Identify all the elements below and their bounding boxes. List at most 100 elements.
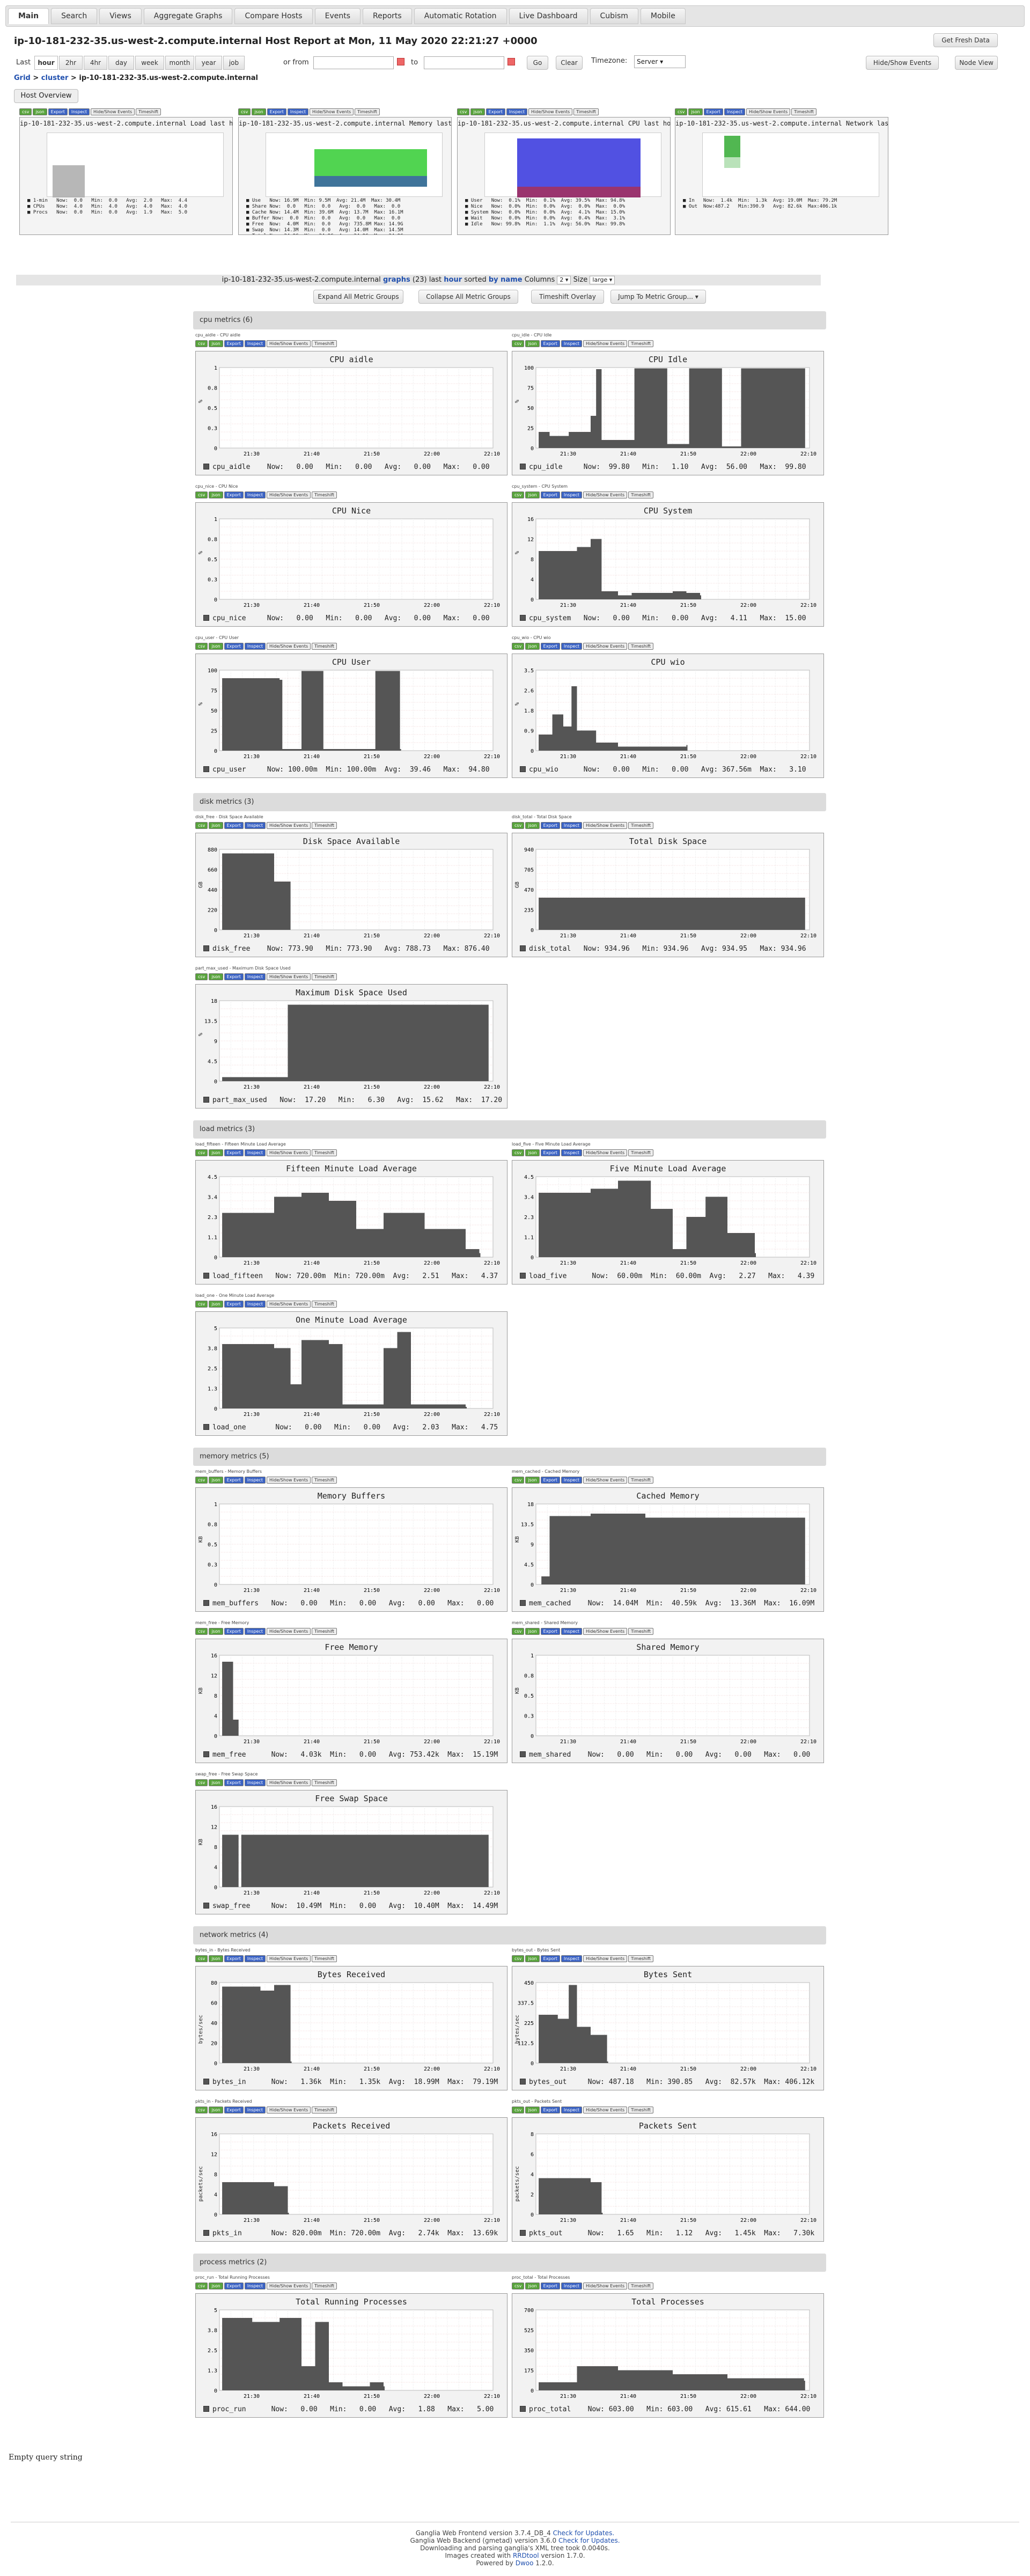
tab-compare-hosts[interactable]: Compare Hosts bbox=[234, 8, 313, 24]
graph-inspect-button[interactable]: Inspect bbox=[561, 2283, 582, 2289]
overview-2-timeshift-button[interactable]: Timeshift bbox=[573, 108, 599, 115]
graph-hide-show-events-button[interactable]: Hide/Show Events bbox=[583, 2107, 628, 2113]
graph-json-button[interactable]: json bbox=[209, 973, 223, 980]
range-2hr-button[interactable]: 2hr bbox=[59, 56, 83, 70]
range-week-button[interactable]: week bbox=[135, 56, 164, 70]
graph-hide-show-events-button[interactable]: Hide/Show Events bbox=[267, 1301, 311, 1308]
graph-export-button[interactable]: Export bbox=[540, 491, 560, 498]
graph-json-button[interactable]: json bbox=[209, 1779, 223, 1786]
graph-export-button[interactable]: Export bbox=[224, 2107, 244, 2113]
metric-graph[interactable]: 0 0.3 0.5 0.8 1 21:30 21:40 21:50 22:00 22:10 Shar… bbox=[512, 1639, 824, 1763]
graph-export-button[interactable]: Export bbox=[224, 491, 244, 498]
graph-export-button[interactable]: Export bbox=[224, 1477, 244, 1484]
graph-export-button[interactable]: Export bbox=[540, 1149, 560, 1156]
graph-csv-button[interactable]: csv bbox=[512, 340, 525, 347]
graph-json-button[interactable]: json bbox=[525, 1477, 540, 1484]
graph-hide-show-events-button[interactable]: Hide/Show Events bbox=[583, 340, 628, 347]
dwoo-link[interactable]: Dwoo bbox=[516, 2559, 534, 2567]
metric-graph[interactable]: 0 1.1 2.3 3.4 4.5 21:30 21:40 21:50 22:00 22:10 Fi… bbox=[512, 1160, 824, 1285]
graph-json-button[interactable]: json bbox=[525, 1149, 540, 1156]
graph-timeshift-button[interactable]: Timeshift bbox=[312, 491, 337, 498]
metric-graph[interactable]: 0 1.3 2.5 3.8 5 21:30 21:40 21:50 22:00 22:10 One … bbox=[195, 1311, 507, 1436]
tab-search[interactable]: Search bbox=[51, 8, 98, 24]
graph-inspect-button[interactable]: Inspect bbox=[561, 1477, 582, 1484]
metric-graph[interactable]: 0 175 350 525 700 21:30 21:40 21:50 22:00 22:10 To… bbox=[512, 2293, 824, 2418]
graph-hide-show-events-button[interactable]: Hide/Show Events bbox=[583, 1149, 628, 1156]
overview-2-hide-show-events-button[interactable]: Hide/Show Events bbox=[528, 108, 573, 115]
metric-graph[interactable]: 0 4 8 12 16 21:30 21:40 21:50 22:00 22:10 CPU Syst… bbox=[512, 502, 824, 627]
metric-graph[interactable]: 0 112.5 225 337.5 450 21:30 21:40 21:50 22:00 22:… bbox=[512, 1966, 824, 2090]
graph-csv-button[interactable]: csv bbox=[512, 1477, 525, 1484]
graph-csv-button[interactable]: csv bbox=[195, 1955, 208, 1962]
graph-hide-show-events-button[interactable]: Hide/Show Events bbox=[267, 1149, 311, 1156]
rrdtool-link[interactable]: RRDtool bbox=[513, 2552, 539, 2559]
get-fresh-data-button[interactable]: Get Fresh Data bbox=[933, 33, 998, 47]
graph-json-button[interactable]: json bbox=[209, 2107, 223, 2113]
columns-select[interactable]: 2 ▾ bbox=[557, 276, 571, 284]
tab-reports[interactable]: Reports bbox=[363, 8, 412, 24]
graph-inspect-button[interactable]: Inspect bbox=[244, 2283, 266, 2289]
overview-0-csv-button[interactable]: csv bbox=[19, 108, 32, 115]
graph-timeshift-button[interactable]: Timeshift bbox=[312, 340, 337, 347]
graph-inspect-button[interactable]: Inspect bbox=[244, 1628, 266, 1635]
tab-views[interactable]: Views bbox=[99, 8, 142, 24]
graph-hide-show-events-button[interactable]: Hide/Show Events bbox=[583, 491, 628, 498]
graph-export-button[interactable]: Export bbox=[224, 1628, 244, 1635]
graph-export-button[interactable]: Export bbox=[224, 643, 244, 650]
graph-json-button[interactable]: json bbox=[525, 2107, 540, 2113]
overview-1-export-button[interactable]: Export bbox=[267, 108, 286, 115]
metric-group-header[interactable]: cpu metrics (6) bbox=[193, 311, 826, 329]
graph-json-button[interactable]: json bbox=[209, 491, 223, 498]
graph-json-button[interactable]: json bbox=[209, 1477, 223, 1484]
graph-timeshift-button[interactable]: Timeshift bbox=[628, 1628, 654, 1635]
metric-graph[interactable]: 0 0.3 0.5 0.8 1 21:30 21:40 21:50 22:00 22:10 CPU … bbox=[195, 351, 507, 475]
graph-timeshift-button[interactable]: Timeshift bbox=[312, 643, 337, 650]
metric-graph[interactable]: 0 0.3 0.5 0.8 1 21:30 21:40 21:50 22:00 22:10 Memo… bbox=[195, 1487, 507, 1612]
graph-csv-button[interactable]: csv bbox=[195, 1149, 208, 1156]
graph-export-button[interactable]: Export bbox=[540, 340, 560, 347]
graph-timeshift-button[interactable]: Timeshift bbox=[628, 643, 654, 650]
graph-json-button[interactable]: json bbox=[525, 2283, 540, 2289]
graph-timeshift-button[interactable]: Timeshift bbox=[312, 1301, 337, 1308]
metric-group-header[interactable]: memory metrics (5) bbox=[193, 1448, 826, 1466]
overview-1-hide-show-events-button[interactable]: Hide/Show Events bbox=[310, 108, 354, 115]
graph-csv-button[interactable]: csv bbox=[195, 491, 208, 498]
graph-json-button[interactable]: json bbox=[209, 822, 223, 829]
calendar-icon[interactable] bbox=[507, 58, 515, 65]
metric-graph[interactable]: 0 220 440 660 880 21:30 21:40 21:50 22:00 22:10 Di… bbox=[195, 833, 507, 957]
graph-csv-button[interactable]: csv bbox=[195, 1628, 208, 1635]
metric-graph[interactable]: 0 25 50 75 100 21:30 21:40 21:50 22:00 22:10 CPU I… bbox=[512, 351, 824, 475]
metric-graph[interactable]: 0 0.3 0.5 0.8 1 21:30 21:40 21:50 22:00 22:10 CPU … bbox=[195, 502, 507, 627]
graph-inspect-button[interactable]: Inspect bbox=[561, 1955, 582, 1962]
overview-1-inspect-button[interactable]: Inspect bbox=[287, 108, 308, 115]
clear-button[interactable]: Clear bbox=[556, 56, 583, 70]
jump-to-metric-group-select[interactable]: Jump To Metric Group... ▾ bbox=[610, 290, 706, 304]
graph-timeshift-button[interactable]: Timeshift bbox=[628, 822, 654, 829]
graph-inspect-button[interactable]: Inspect bbox=[244, 822, 266, 829]
graph-csv-button[interactable]: csv bbox=[512, 1955, 525, 1962]
tab-main[interactable]: Main bbox=[8, 8, 49, 24]
graph-timeshift-button[interactable]: Timeshift bbox=[312, 1477, 337, 1484]
frontend-update-link[interactable]: Check for Updates. bbox=[553, 2529, 615, 2537]
overview-2-csv-button[interactable]: csv bbox=[457, 108, 470, 115]
graph-csv-button[interactable]: csv bbox=[195, 973, 208, 980]
tab-cubism[interactable]: Cubism bbox=[590, 8, 638, 24]
overview-2-json-button[interactable]: json bbox=[470, 108, 485, 115]
graph-hide-show-events-button[interactable]: Hide/Show Events bbox=[583, 643, 628, 650]
graph-timeshift-button[interactable]: Timeshift bbox=[312, 2283, 337, 2289]
graph-csv-button[interactable]: csv bbox=[195, 2107, 208, 2113]
graph-export-button[interactable]: Export bbox=[224, 822, 244, 829]
graph-csv-button[interactable]: csv bbox=[195, 340, 208, 347]
timeshift-overlay-button[interactable]: Timeshift Overlay bbox=[531, 290, 604, 304]
overview-graph[interactable]: ip-10-181-232-35.us-west-2.compute.inter… bbox=[19, 117, 233, 235]
tab-aggregate-graphs[interactable]: Aggregate Graphs bbox=[143, 8, 233, 24]
graph-hide-show-events-button[interactable]: Hide/Show Events bbox=[267, 1477, 311, 1484]
metric-group-header[interactable]: network metrics (4) bbox=[193, 1926, 826, 1944]
overview-graph[interactable]: ip-10-181-232-35.us-west-2.compute.inter… bbox=[238, 117, 452, 235]
graph-csv-button[interactable]: csv bbox=[195, 822, 208, 829]
metric-graph[interactable]: 0 2 4 6 8 21:30 21:40 21:50 22:00 22:10 Packets Se… bbox=[512, 2117, 824, 2242]
metric-graph[interactable]: 0 25 50 75 100 21:30 21:40 21:50 22:00 22:10 CPU U… bbox=[195, 654, 507, 778]
metric-graph[interactable]: 0 4.5 9 13.5 18 21:30 21:40 21:50 22:00 22:10 Cach… bbox=[512, 1487, 824, 1612]
graph-hide-show-events-button[interactable]: Hide/Show Events bbox=[267, 1955, 311, 1962]
graph-hide-show-events-button[interactable]: Hide/Show Events bbox=[267, 822, 311, 829]
